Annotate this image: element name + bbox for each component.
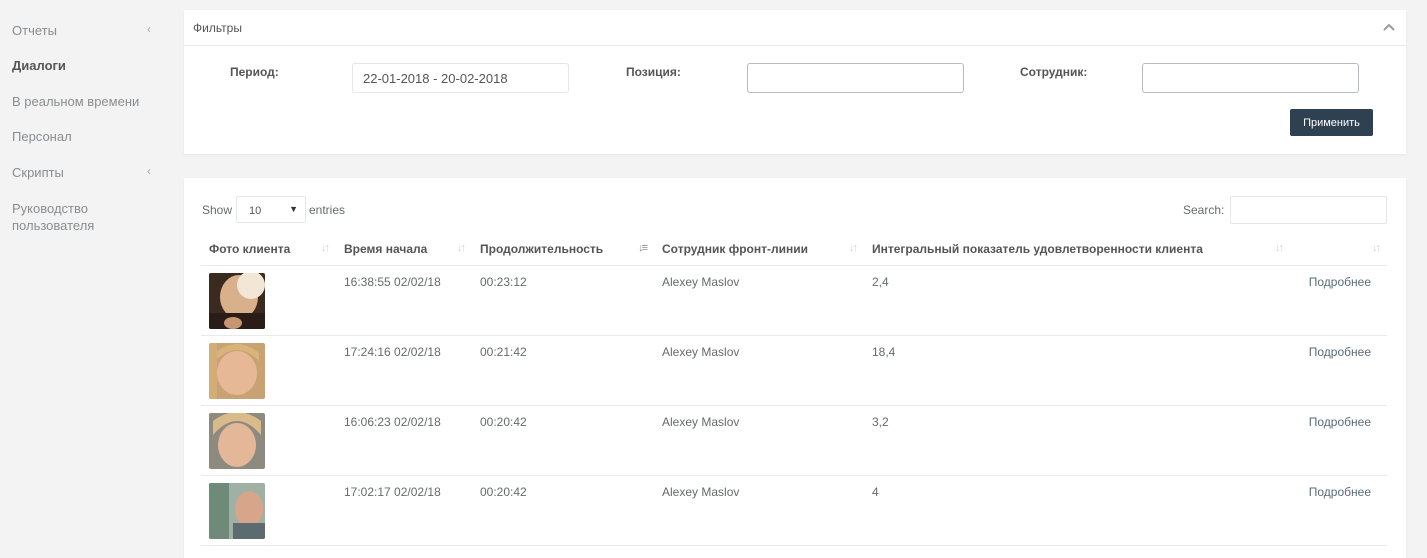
sort-icon: ↓↑ [1275,242,1284,254]
entries-length-select[interactable]: 10 ▼ [236,196,306,223]
client-photo[interactable] [209,482,265,539]
start-time-cell: 16:06:23 02/02/18 [336,405,472,476]
sidebar-item-realtime[interactable]: В реальном времени [12,93,157,110]
employee-cell: Alexey Maslov [654,475,864,546]
duration-cell: 00:20:42 [472,405,654,476]
start-time-cell: 16:38:55 02/02/18 [336,265,472,336]
actions-cell: Подробнее [1290,265,1387,336]
filters-header[interactable]: Фильтры [184,10,1406,46]
sidebar-item-label: В реальном времени [12,94,140,109]
actions-cell: Подробнее [1290,475,1387,546]
column-header-duration[interactable]: Продолжительность ↓≡ [472,233,654,266]
satisfaction-cell: 18,4 [864,335,1290,406]
client-photo[interactable] [209,342,265,399]
column-header-actions[interactable]: ↓↑ [1290,233,1387,266]
actions-cell: Подробнее [1290,405,1387,476]
sidebar-item-label: Диалоги [12,58,66,73]
client-photo[interactable] [209,272,265,329]
chevron-left-icon: ‹ [147,164,151,178]
details-link[interactable]: Подробнее [1309,415,1371,429]
sidebar-item-label: Персонал [12,129,72,144]
client-photo[interactable] [209,412,265,469]
satisfaction-cell: 2,4 [864,265,1290,336]
sidebar-item-label: Руководство пользователя [12,201,95,233]
satisfaction-cell: 4 [864,475,1290,546]
sidebar-item-label: Отчеты [12,23,57,38]
column-header-satisfaction[interactable]: Интегральный показатель удовлетворенност… [864,233,1290,266]
position-input[interactable] [747,63,964,93]
sidebar: Отчеты ‹ Диалоги В реальном времени Перс… [0,0,172,553]
sidebar-item-dialogs[interactable]: Диалоги [12,57,157,74]
entries-label: entries [309,203,346,217]
photo-cell [201,265,336,336]
duration-cell: 00:20:42 [472,475,654,546]
start-time-cell: 17:24:16 02/02/18 [336,335,472,406]
sidebar-item-label: Скрипты [12,165,64,180]
details-link[interactable]: Подробнее [1309,485,1371,499]
dialogs-table: Фото клиента ↓↑ Время начала ↓↑ Продолжите… [201,233,1387,546]
details-link[interactable]: Подробнее [1309,275,1371,289]
sort-desc-icon: ↓≡ [638,242,648,254]
table-header-row: Фото клиента ↓↑ Время начала ↓↑ Продолжите… [201,233,1387,266]
photo-cell [201,335,336,406]
satisfaction-cell: 3,2 [864,405,1290,476]
employee-label: Сотрудник: [1020,65,1088,79]
dialogs-table-panel: Show 10 ▼ entries Search: Фото клиента ↓↑… [184,178,1406,558]
details-link[interactable]: Подробнее [1309,345,1371,359]
chevron-up-icon[interactable] [1382,21,1396,33]
column-header-start-time[interactable]: Время начала ↓↑ [336,233,472,266]
sidebar-item-reports[interactable]: Отчеты ‹ [12,22,157,39]
entries-length-value: 10 [249,205,262,217]
column-header-photo[interactable]: Фото клиента ↓↑ [201,233,336,266]
sort-icon: ↓↑ [321,242,330,254]
employee-cell: Alexey Maslov [654,265,864,336]
sort-icon: ↓↑ [457,242,466,254]
photo-cell [201,405,336,476]
search-input[interactable] [1230,196,1387,224]
start-time-cell: 17:02:17 02/02/18 [336,475,472,546]
sort-icon: ↓↑ [1372,242,1381,254]
table-row: 16:06:23 02/02/18 00:20:42 Alexey Maslov… [201,405,1387,476]
table-row: 17:02:17 02/02/18 00:20:42 Alexey Maslov… [201,475,1387,546]
table-row: 17:24:16 02/02/18 00:21:42 Alexey Maslov… [201,335,1387,406]
employee-cell: Alexey Maslov [654,405,864,476]
search-label: Search: [1183,203,1225,217]
sort-icon: ↓↑ [849,242,858,254]
employee-input[interactable] [1142,63,1359,93]
chevron-left-icon: ‹ [147,22,151,36]
sidebar-item-user-guide[interactable]: Руководство пользователя [12,200,122,234]
column-header-employee[interactable]: Сотрудник фронт-линии ↓↑ [654,233,864,266]
apply-button[interactable]: Применить [1290,109,1373,136]
employee-cell: Alexey Maslov [654,335,864,406]
filters-panel: Фильтры Период: Позиция: Сотрудник: Прим… [184,10,1406,154]
table-row: 16:38:55 02/02/18 00:23:12 Alexey Maslov… [201,265,1387,336]
filters-title: Фильтры [193,21,242,35]
sidebar-item-staff[interactable]: Персонал [12,128,157,145]
duration-cell: 00:23:12 [472,265,654,336]
show-label: Show [202,203,233,217]
position-label: Позиция: [626,65,681,79]
period-date-range-input[interactable] [352,63,569,93]
caret-down-icon: ▼ [289,204,298,214]
photo-cell [201,475,336,546]
actions-cell: Подробнее [1290,335,1387,406]
period-label: Период: [230,65,279,79]
sidebar-item-scripts[interactable]: Скрипты ‹ [12,164,157,181]
duration-cell: 00:21:42 [472,335,654,406]
